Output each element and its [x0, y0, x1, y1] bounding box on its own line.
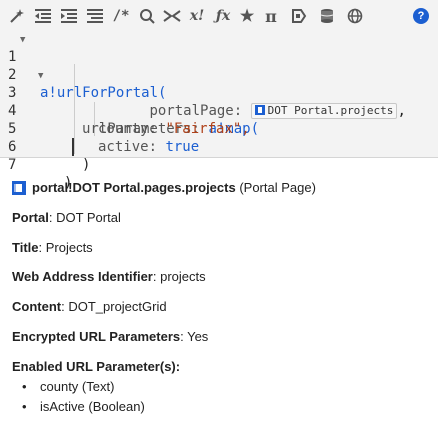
object-header: portal!DOT Portal.pages.projects (Portal…: [12, 180, 316, 195]
enabled-params-row: Enabled URL Parameter(s):: [12, 359, 180, 374]
closing-paren: ): [82, 157, 91, 173]
text-cursor: [72, 138, 74, 156]
code-line-1[interactable]: 1 ▼ a!urlForPortal(: [0, 30, 166, 101]
param-key: county:: [98, 121, 166, 137]
expand-collapse-icon[interactable]: [162, 6, 182, 26]
url-parameter-list: county (Text) isActive (Boolean): [22, 377, 145, 417]
content-label: Content: [12, 299, 62, 314]
title-row: Title: Projects: [12, 240, 93, 255]
function-icon[interactable]: ƒx: [212, 6, 234, 26]
portal-page-icon: [12, 180, 26, 195]
indent-guide: [74, 64, 75, 154]
editor-toolbar: /* x! ƒx ★ π ?: [0, 0, 438, 30]
string-value: "Fairfax",: [165, 121, 250, 137]
search-icon[interactable]: [138, 6, 156, 26]
enabled-params-label: Enabled URL Parameter(s):: [12, 359, 181, 374]
content-value: : DOT_projectGrid: [61, 299, 167, 314]
portal-page-icon: [254, 105, 265, 115]
code-line-3[interactable]: 3 ▼ urlParameters: a!map(: [0, 66, 259, 137]
portal-page-chip[interactable]: DOT Portal.projects: [250, 103, 398, 119]
globe-icon[interactable]: [346, 6, 364, 26]
web-address-label: Web Address Identifier: [12, 269, 153, 284]
encrypted-label: Encrypted URL Parameters: [12, 329, 181, 344]
magic-wand-icon[interactable]: [8, 6, 26, 26]
list-item: isActive (Boolean): [22, 397, 145, 417]
expression-icon[interactable]: x!: [186, 6, 208, 26]
pi-icon[interactable]: π: [262, 6, 280, 26]
portal-value: : DOT Portal: [48, 210, 121, 225]
portal-label: Portal: [12, 210, 49, 225]
object-type: (Portal Page): [239, 180, 316, 195]
rule-icon[interactable]: [290, 6, 308, 26]
code-line-7[interactable]: 7 ): [0, 138, 72, 191]
code-line-5[interactable]: 5 active: true: [0, 102, 199, 155]
fold-toggle-icon[interactable]: ▼: [38, 67, 43, 85]
portal-row: Portal: DOT Portal: [12, 210, 121, 225]
title-value: : Projects: [38, 240, 93, 255]
comment-icon[interactable]: /*: [110, 6, 132, 26]
indent-decrease-icon[interactable]: [34, 6, 52, 26]
title-label: Title: [12, 240, 39, 255]
fold-toggle-icon[interactable]: ▼: [20, 31, 25, 49]
content-row: Content: DOT_projectGrid: [12, 299, 167, 314]
object-name: portal!DOT Portal.pages.projects: [32, 180, 236, 195]
web-address-row: Web Address Identifier: projects: [12, 269, 206, 284]
code-line-6[interactable]: 6 ): [0, 120, 90, 173]
web-address-value: : projects: [152, 269, 206, 284]
line-number: 7: [8, 157, 17, 173]
help-icon[interactable]: ?: [413, 8, 429, 24]
code-line-4[interactable]: 4 county: "Fairfax",: [0, 84, 250, 137]
encrypted-row: Encrypted URL Parameters: Yes: [12, 329, 208, 344]
param-key: portalPage:: [149, 103, 251, 119]
data-icon[interactable]: [318, 6, 336, 26]
chip-label: DOT Portal.projects: [267, 104, 394, 117]
code-line-2[interactable]: 2 portalPage: DOT Portal.projects,: [0, 48, 438, 119]
comma: ,: [397, 103, 406, 119]
format-lines-icon[interactable]: [86, 6, 104, 26]
list-item: county (Text): [22, 377, 145, 397]
star-icon[interactable]: ★: [238, 6, 256, 26]
boolean-value: true: [165, 139, 200, 155]
encrypted-value: : Yes: [180, 329, 209, 344]
param-key: active:: [98, 139, 166, 155]
expression-editor[interactable]: /* x! ƒx ★ π ? 1 ▼ a!urlForPortal( 2 por…: [0, 0, 438, 191]
indent-increase-icon[interactable]: [60, 6, 78, 26]
